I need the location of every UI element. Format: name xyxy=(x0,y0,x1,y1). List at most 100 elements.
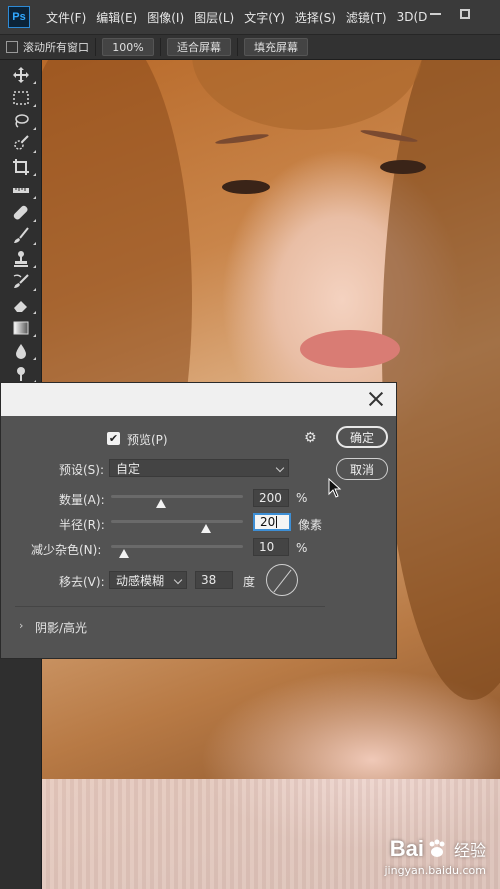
brush-tool[interactable] xyxy=(10,227,36,245)
amount-slider-thumb[interactable] xyxy=(156,499,167,508)
fill-screen-button[interactable]: 填充屏幕 xyxy=(244,38,308,56)
gradient-icon xyxy=(13,321,29,335)
lips-shape xyxy=(300,330,400,368)
marquee-tool[interactable] xyxy=(10,89,36,107)
angle-unit: 度 xyxy=(243,575,256,589)
lasso-icon xyxy=(15,114,29,128)
quick-selection-tool[interactable] xyxy=(10,135,36,153)
menu-edit[interactable]: 编辑(E) xyxy=(96,9,137,26)
reduce-noise-label: 减少杂色(N): xyxy=(31,543,102,557)
brush-icon xyxy=(14,227,29,243)
photoshop-logo: Ps xyxy=(8,6,30,28)
remove-label: 移去(V): xyxy=(59,575,105,589)
eraser-tool[interactable] xyxy=(10,296,36,314)
preset-select[interactable]: 自定 xyxy=(109,459,289,477)
angle-input[interactable]: 38 xyxy=(195,571,233,589)
radius-value: 20 xyxy=(260,515,276,529)
minimize-button[interactable] xyxy=(422,4,448,24)
menu-file[interactable]: 文件(F) xyxy=(46,9,86,26)
healing-brush-tool[interactable] xyxy=(10,204,36,222)
check-icon: ✔ xyxy=(108,432,119,445)
preview-checkbox[interactable]: ✔ xyxy=(107,432,120,445)
chevron-down-icon xyxy=(173,575,183,585)
gradient-tool[interactable] xyxy=(10,319,36,337)
bandage-icon xyxy=(13,205,28,220)
menu-image[interactable]: 图像(I) xyxy=(147,9,184,26)
noise-slider-thumb[interactable] xyxy=(119,549,130,558)
noise-unit: % xyxy=(296,541,308,555)
text-cursor xyxy=(276,516,278,528)
marquee-icon xyxy=(13,91,29,105)
zoom-100-button[interactable]: 100% xyxy=(102,38,154,56)
radius-input[interactable]: 20 xyxy=(253,513,291,531)
separator xyxy=(237,38,238,56)
hair-top-shape xyxy=(192,60,422,130)
watermark-brand-left: Bai xyxy=(389,836,424,861)
noise-slider-track[interactable] xyxy=(111,545,243,548)
preview-label: 预览(P) xyxy=(127,433,168,447)
dialog-body: ✔ 预览(P) ⚙ 预设(S): 自定 数量(A): 200 % 半径(R): … xyxy=(1,416,396,658)
menu-select[interactable]: 选择(S) xyxy=(295,9,336,26)
shadows-highlights-toggle[interactable]: 阴影/高光 xyxy=(35,619,87,636)
left-eye-shape xyxy=(222,180,270,194)
ruler-icon xyxy=(13,188,29,193)
noise-input[interactable]: 10 xyxy=(253,538,289,556)
scroll-all-windows-label: 滚动所有窗口 xyxy=(23,41,89,54)
angle-dial[interactable] xyxy=(266,564,298,596)
amount-slider-track[interactable] xyxy=(111,495,243,498)
left-eyebrow-shape xyxy=(214,132,270,146)
radius-label: 半径(R): xyxy=(59,518,105,532)
right-eye-shape xyxy=(380,160,426,174)
cancel-button[interactable]: 取消 xyxy=(336,458,388,480)
ruler-tool[interactable] xyxy=(10,181,36,199)
history-brush-tool[interactable] xyxy=(10,273,36,291)
scroll-all-windows-checkbox[interactable]: 滚动所有窗口 xyxy=(6,39,89,55)
lasso-tool[interactable] xyxy=(10,112,36,130)
close-icon[interactable] xyxy=(368,391,384,407)
stamp-tool[interactable] xyxy=(10,250,36,268)
preset-value: 自定 xyxy=(116,461,141,476)
hair-right-shape xyxy=(382,60,500,700)
minimize-icon xyxy=(429,13,441,15)
divider xyxy=(15,606,325,607)
fit-screen-button[interactable]: 适合屏幕 xyxy=(167,38,231,56)
mouse-pointer-icon xyxy=(328,478,342,498)
dodge-tool[interactable] xyxy=(10,365,36,383)
dodge-icon xyxy=(17,367,25,381)
separator xyxy=(160,38,161,56)
watermark-brand-right: 经验 xyxy=(453,843,486,860)
radius-unit: 像素 xyxy=(298,518,323,532)
menu-filter[interactable]: 滤镜(T) xyxy=(346,9,387,26)
watermark-url: jingyan.baidu.com xyxy=(384,864,486,877)
move-tool[interactable] xyxy=(10,66,36,84)
stamp-icon xyxy=(14,251,28,267)
separator xyxy=(95,38,96,56)
preset-label: 预设(S): xyxy=(59,463,105,477)
smart-sharpen-dialog: ✔ 预览(P) ⚙ 预设(S): 自定 数量(A): 200 % 半径(R): … xyxy=(0,382,397,659)
chevron-down-icon xyxy=(275,463,285,473)
radius-slider-track[interactable] xyxy=(111,520,243,523)
radius-slider-thumb[interactable] xyxy=(201,524,212,533)
remove-select[interactable]: 动感模糊 xyxy=(109,571,187,589)
crop-tool[interactable] xyxy=(10,158,36,176)
dialog-title-bar[interactable] xyxy=(1,383,396,416)
baidu-paw-icon xyxy=(429,839,445,857)
gear-icon[interactable]: ⚙ xyxy=(304,431,318,445)
amount-unit: % xyxy=(296,491,308,505)
blur-tool[interactable] xyxy=(10,342,36,360)
restore-icon xyxy=(460,9,470,19)
menu-type[interactable]: 文字(Y) xyxy=(244,9,285,26)
menu-bar: Ps 文件(F) 编辑(E) 图像(I) 图层(L) 文字(Y) 选择(S) 滤… xyxy=(0,0,500,34)
amount-label: 数量(A): xyxy=(59,493,105,507)
move-icon xyxy=(13,67,29,83)
quick-selection-icon xyxy=(14,135,29,150)
baidu-watermark: Bai 经验 jingyan.baidu.com xyxy=(384,836,486,877)
ok-button[interactable]: 确定 xyxy=(336,426,388,448)
checkbox-icon xyxy=(6,41,18,53)
history-brush-icon xyxy=(13,274,29,288)
restore-button[interactable] xyxy=(452,4,478,24)
options-bar: 滚动所有窗口 100% 适合屏幕 填充屏幕 xyxy=(0,34,500,60)
chevron-right-icon[interactable]: › xyxy=(19,619,23,632)
amount-input[interactable]: 200 xyxy=(253,489,289,507)
menu-layer[interactable]: 图层(L) xyxy=(194,9,234,26)
